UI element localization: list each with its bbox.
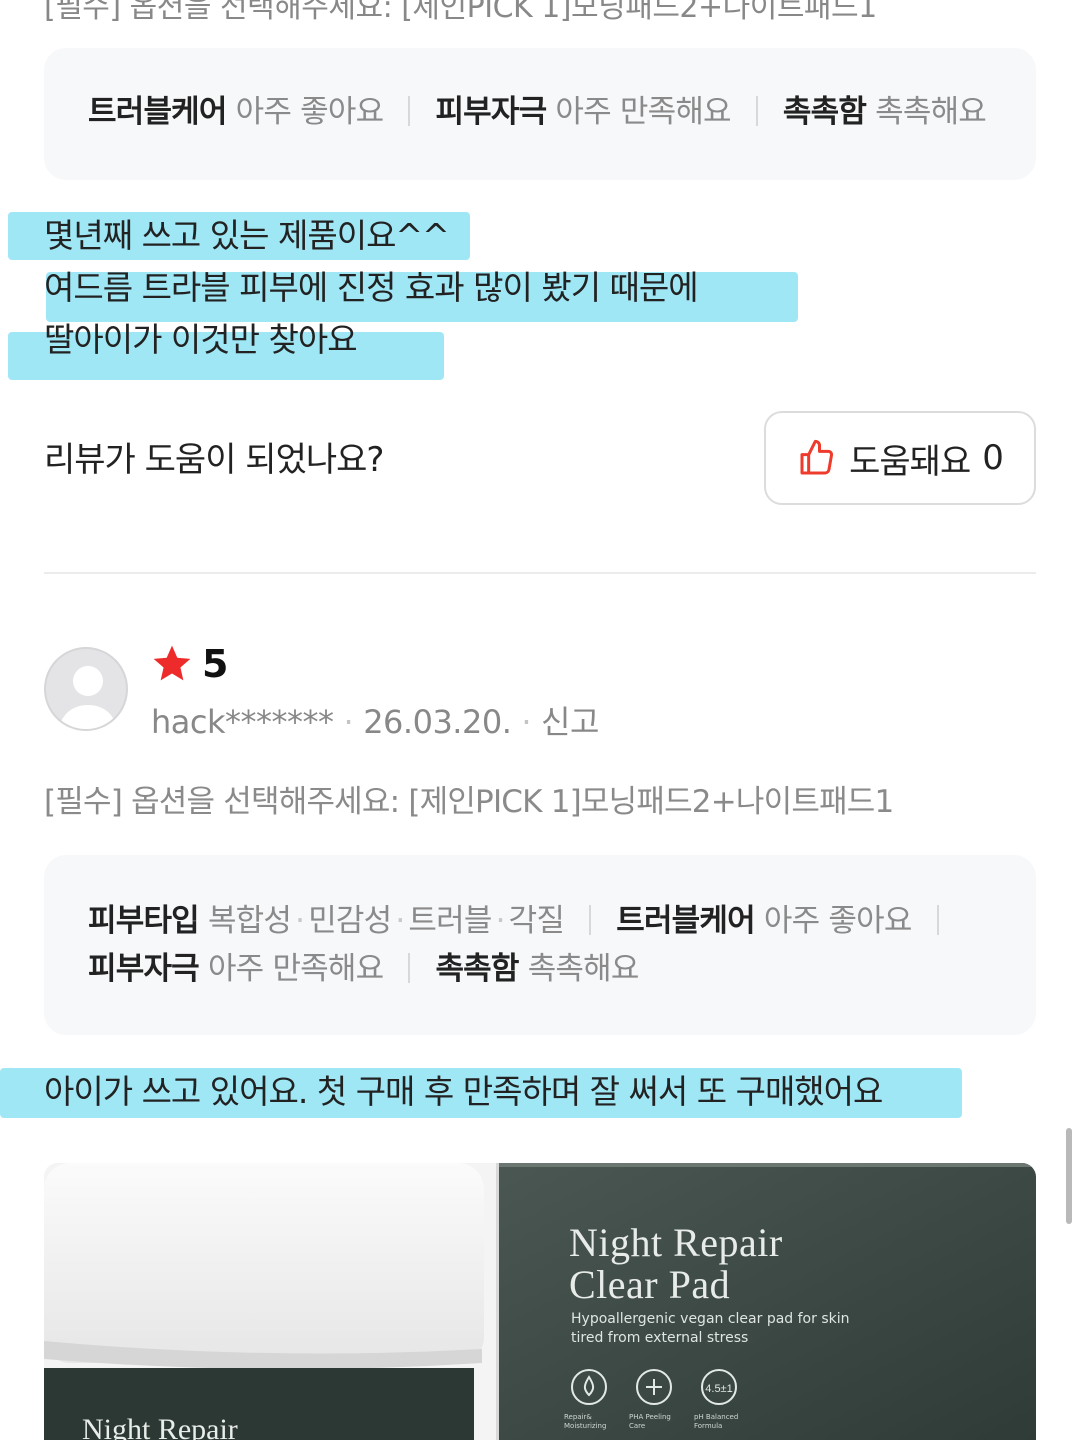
icon-label: PHA Peeling Care: [629, 1413, 671, 1430]
reviewer-name: hack*******: [151, 703, 334, 741]
attr-value: 아주 좋아요: [235, 94, 384, 130]
prev-review-line: 딸아이가 이것만 찾아요: [44, 320, 358, 359]
prev-option-cutoff: [필수] 옵션을 선택해주세요: [제인PICK 1]모닝패드2+나이트패드1: [44, 0, 877, 25]
box-subtitle-1: Hypoallergenic vegan clear pad for skin: [571, 1311, 850, 1327]
attr-value: 촉촉해요: [527, 951, 640, 987]
peeling-icon: [634, 1367, 674, 1411]
attr-value: 촉촉해요: [875, 94, 987, 130]
skin-type: 복합성: [207, 903, 292, 939]
box-title-2: Clear Pad: [569, 1262, 731, 1307]
attr-separator: [408, 953, 411, 983]
review-date: 26.03.20.: [363, 703, 512, 741]
jar-label: Night Repair: [82, 1413, 238, 1440]
skin-type: 트러블: [408, 903, 492, 939]
icon-label: pH Balanced Formula: [694, 1413, 739, 1430]
review-meta: hack******* · 26.03.20. · 신고: [151, 697, 599, 743]
attr-key: 피부자극: [435, 94, 547, 130]
review-divider: [44, 572, 1036, 574]
scrollbar[interactable]: [1066, 1128, 1072, 1224]
attr-key: 피부타입: [88, 903, 200, 939]
helpful-count: 0: [982, 438, 1004, 478]
star-icon: [150, 642, 194, 686]
rating-value: 5: [202, 642, 229, 686]
icon-label: Repair& Moisturizing: [564, 1413, 607, 1430]
box-title-1: Night Repair: [569, 1220, 783, 1265]
meta-dot: ·: [343, 703, 354, 741]
attr-key: 촉촉함: [782, 94, 867, 130]
attr-separator: [755, 96, 758, 126]
helpful-question: 리뷰가 도움이 되었나요?: [44, 440, 384, 480]
product-photo-illustration: [44, 1163, 1036, 1440]
attr-value: 아주 만족해요: [207, 951, 384, 987]
attr-separator: [936, 905, 939, 935]
ph-balance-icon: 4.5±1: [699, 1367, 739, 1411]
attr-key: 촉촉함: [435, 951, 519, 987]
attr-value: 아주 좋아요: [763, 903, 912, 939]
meta-dot: ·: [521, 703, 532, 741]
helpful-button[interactable]: 도움돼요 0: [764, 411, 1036, 505]
helpful-label: 도움돼요: [849, 441, 971, 482]
avatar: [44, 647, 128, 731]
review-attributes: 피부타입 복합성 · 민감성 · 트러블 · 각질 트러블케어 아주 좋아요 피부자극 아주…: [44, 855, 1036, 1035]
skin-type: 민감성: [308, 903, 392, 939]
report-link[interactable]: 신고: [541, 703, 599, 741]
attr-separator: [408, 96, 411, 126]
repair-icon: [569, 1367, 609, 1411]
attr-key: 트러블케어: [616, 903, 755, 939]
skin-type: 각질: [508, 903, 565, 939]
svg-text:4.5±1: 4.5±1: [705, 1383, 732, 1395]
box-subtitle-2: tired from external stress: [571, 1330, 749, 1346]
thumbs-up-icon: [797, 438, 837, 478]
attr-value: 아주 만족해요: [555, 94, 731, 130]
review-photo[interactable]: Night Repair Clear Pad Hypoallergenic ve…: [44, 1163, 1036, 1440]
default-user-icon: [58, 666, 118, 729]
attr-separator: [589, 905, 592, 935]
review-rating: 5: [150, 642, 228, 686]
prev-review-line: 몇년째 쓰고 있는 제품이요^^: [44, 216, 450, 255]
review-body: 아이가 쓰고 있어요. 첫 구매 후 만족하며 잘 써서 또 구매했어요: [44, 1072, 883, 1111]
prev-review-attributes: 트러블케어 아주 좋아요 피부자극 아주 만족해요 촉촉함 촉촉해요: [44, 48, 1036, 180]
prev-review-line: 여드름 트라블 피부에 진정 효과 많이 봤기 때문에: [44, 268, 699, 307]
attr-key: 피부자극: [88, 951, 200, 987]
review-option: [필수] 옵션을 선택해주세요: [제인PICK 1]모닝패드2+나이트패드1: [44, 784, 894, 820]
attr-key: 트러블케어: [88, 94, 227, 130]
